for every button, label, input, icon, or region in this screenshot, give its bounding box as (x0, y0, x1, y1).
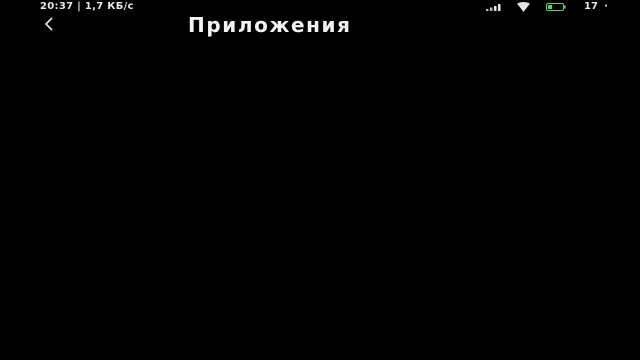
network-speed: 1,7 КБ/с (84, 1, 134, 12)
app-header: Приложения (0, 13, 640, 38)
signal-icon (486, 4, 501, 11)
status-time: 20:37 (40, 1, 74, 12)
page-title: Приложения (188, 13, 352, 37)
content-area (0, 40, 640, 360)
status-separator: | (77, 1, 82, 12)
back-button[interactable] (40, 14, 60, 36)
battery-level: 17 (584, 1, 598, 12)
chevron-left-icon (44, 17, 53, 31)
status-more-indicator: · (604, 1, 608, 12)
phone-screen: 20:37 | 1,7 КБ/с 17 · Приложения (0, 0, 640, 360)
status-left: 20:37 | 1,7 КБ/с (40, 1, 134, 13)
battery-icon (546, 3, 566, 11)
status-bar: 20:37 | 1,7 КБ/с 17 · (0, 0, 640, 14)
wifi-icon (517, 2, 530, 12)
